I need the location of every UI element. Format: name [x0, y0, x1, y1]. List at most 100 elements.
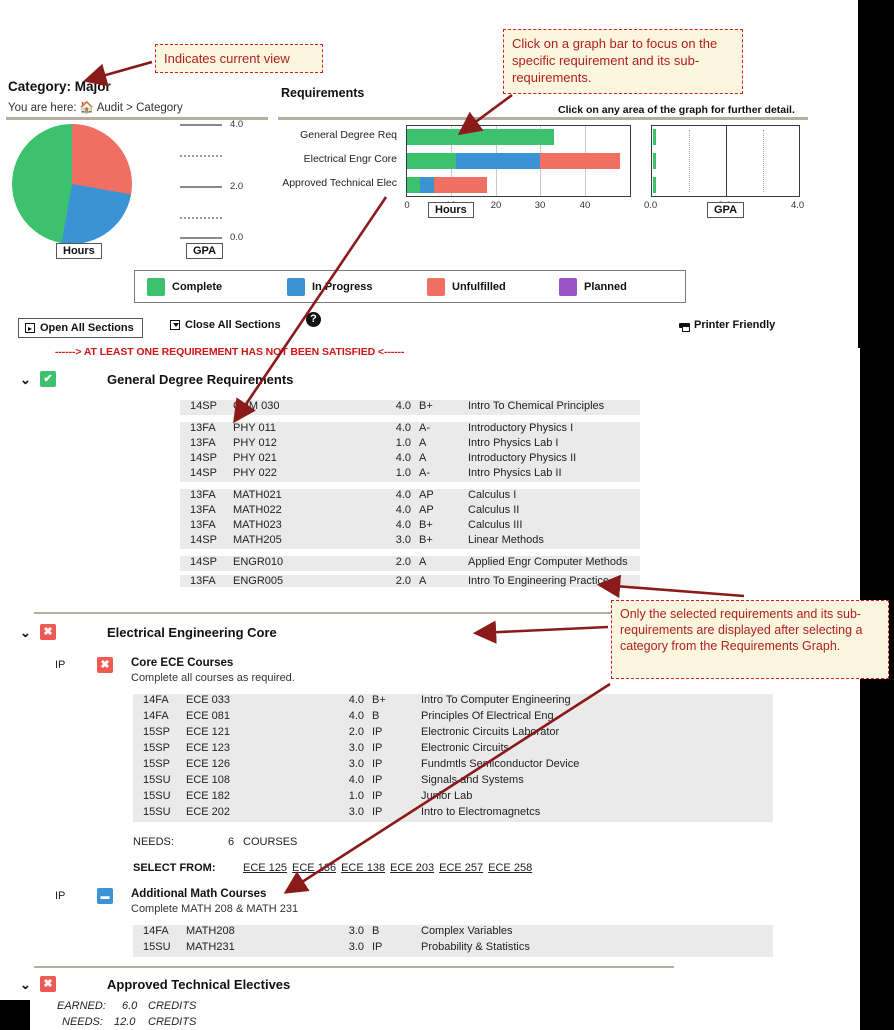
course-table-additional-math: 14FA MATH208 3.0 B Complex Variables 15S…: [133, 925, 773, 957]
home-icon: 🏠: [79, 102, 95, 114]
bar-seg-complete[interactable]: [407, 153, 456, 169]
bar-seg-complete[interactable]: [407, 129, 554, 145]
course-term: 15SP: [143, 758, 170, 770]
table-row[interactable]: 14FA ECE 081 4.0 B Principles Of Electri…: [133, 710, 773, 725]
mask-bottom-left: [0, 1000, 30, 1030]
gpa-ladder-chart[interactable]: 4.0 2.0 0.0: [180, 119, 260, 243]
table-row[interactable]: 14FA ECE 033 4.0 B+ Intro To Computer En…: [133, 694, 773, 709]
gpa-axis-label: GPA: [707, 202, 745, 218]
select-option-1[interactable]: ECE 136: [292, 862, 336, 874]
bar-label-2[interactable]: Approved Technical Elec: [282, 177, 397, 189]
course-code[interactable]: ECE 123: [186, 742, 230, 754]
table-row[interactable]: 13FA MATH021 4.0 AP Calculus I: [180, 489, 640, 504]
close-all-sections-button[interactable]: Close All Sections: [170, 319, 281, 331]
table-row[interactable]: 14SP PHY 021 4.0 A Introductory Physics …: [180, 452, 640, 467]
bar-seg-in-progress[interactable]: [420, 177, 434, 193]
table-row[interactable]: 15SP ECE 126 3.0 IP Fundmtls Semiconduct…: [133, 758, 773, 773]
select-option-0[interactable]: ECE 125: [243, 862, 287, 874]
gpa-bar-1[interactable]: [653, 153, 656, 169]
bar-seg-unfulfilled[interactable]: [540, 153, 620, 169]
table-row[interactable]: 15SU ECE 182 1.0 IP Junior Lab: [133, 790, 773, 805]
course-code[interactable]: MATH205: [233, 534, 282, 546]
select-option-4[interactable]: ECE 257: [439, 862, 483, 874]
table-row[interactable]: 13FA PHY 011 4.0 A- Introductory Physics…: [180, 422, 640, 437]
select-option-5[interactable]: ECE 258: [488, 862, 532, 874]
breadcrumb-audit-link[interactable]: Audit: [97, 102, 123, 114]
course-code[interactable]: PHY 022: [233, 467, 277, 479]
printer-friendly-label: Printer Friendly: [694, 319, 776, 331]
chevron-down-icon[interactable]: ⌄: [20, 626, 31, 639]
help-icon[interactable]: ?: [306, 312, 321, 327]
course-code[interactable]: ECE 121: [186, 726, 230, 738]
course-title: Intro To Engineering Practice: [468, 575, 610, 587]
course-code[interactable]: MATH022: [233, 504, 282, 516]
dash-icon: ▬: [97, 888, 113, 904]
bar-label-1[interactable]: Electrical Engr Core: [304, 153, 397, 165]
gpa-bar-2[interactable]: [653, 177, 656, 193]
bar-seg-unfulfilled[interactable]: [434, 177, 487, 193]
course-code[interactable]: MATH231: [186, 941, 235, 953]
course-code[interactable]: ECE 033: [186, 694, 230, 706]
course-code[interactable]: PHY 012: [233, 437, 277, 449]
section-header-general-degree-requirements[interactable]: ⌄ ✔ General Degree Requirements: [20, 371, 293, 387]
course-code[interactable]: ENGR005: [233, 575, 283, 587]
course-term: 15SU: [143, 806, 171, 818]
table-row[interactable]: 13FA MATH023 4.0 B+ Calculus III: [180, 519, 640, 534]
course-code[interactable]: MATH208: [186, 925, 235, 937]
course-code[interactable]: ECE 081: [186, 710, 230, 722]
course-code[interactable]: MATH021: [233, 489, 282, 501]
select-option-3[interactable]: ECE 203: [390, 862, 434, 874]
course-title: Calculus II: [468, 504, 520, 516]
chevron-down-icon[interactable]: ⌄: [20, 373, 31, 386]
gpa-bar-0[interactable]: [653, 129, 656, 145]
table-row[interactable]: 14SP PHY 022 1.0 A- Intro Physics Lab II: [180, 467, 640, 482]
chevron-down-icon[interactable]: ⌄: [20, 978, 31, 991]
needs-unit: CREDITS: [148, 1016, 197, 1028]
bar-seg-complete[interactable]: [407, 177, 420, 193]
table-row[interactable]: 14FA MATH208 3.0 B Complex Variables: [133, 925, 773, 940]
course-code[interactable]: PHY 021: [233, 452, 277, 464]
hours-bar-chart[interactable]: 0 10 20 30 40: [404, 125, 631, 211]
table-row[interactable]: 13FA ENGR005 2.0 A Intro To Engineering …: [180, 575, 640, 590]
course-credits: 1.0: [395, 437, 411, 449]
table-row[interactable]: 15SP ECE 121 2.0 IP Electronic Circuits …: [133, 726, 773, 741]
legend-item-complete: Complete: [147, 278, 222, 296]
table-row[interactable]: 14SP MATH205 3.0 B+ Linear Methods: [180, 534, 640, 549]
table-row[interactable]: 15SU MATH231 3.0 IP Probability & Statis…: [133, 941, 773, 956]
course-code[interactable]: ECE 202: [186, 806, 230, 818]
course-title: Calculus I: [468, 489, 517, 501]
section-header-electrical-engineering-core[interactable]: ⌄ ✖ Electrical Engineering Core: [20, 624, 277, 640]
bar-label-0[interactable]: General Degree Req: [300, 129, 397, 141]
pie-hours-label: Hours: [56, 243, 102, 259]
open-all-sections-button[interactable]: Open All Sections: [18, 318, 143, 338]
callout-current-view: Indicates current view: [155, 44, 323, 73]
gpa-bar-chart[interactable]: 0.0 2.0 4.0: [644, 125, 804, 211]
printer-friendly-button[interactable]: Printer Friendly: [679, 319, 776, 332]
course-term: 14SP: [190, 556, 217, 568]
table-row[interactable]: 15SU ECE 202 3.0 IP Intro to Electromagn…: [133, 806, 773, 821]
table-row[interactable]: 15SP ECE 123 3.0 IP Electronic Circuits: [133, 742, 773, 757]
course-term: 14FA: [143, 925, 169, 937]
course-code[interactable]: CHM 030: [233, 400, 279, 412]
pie-slices[interactable]: [12, 124, 132, 244]
course-code[interactable]: ECE 108: [186, 774, 230, 786]
hours-pie-chart[interactable]: [12, 124, 132, 244]
table-row[interactable]: 13FA MATH022 4.0 AP Calculus II: [180, 504, 640, 519]
table-row[interactable]: 15SU ECE 108 4.0 IP Signals and Systems: [133, 774, 773, 789]
bar-seg-in-progress[interactable]: [456, 153, 540, 169]
course-code[interactable]: ENGR010: [233, 556, 283, 568]
course-code[interactable]: ECE 126: [186, 758, 230, 770]
course-code[interactable]: ECE 182: [186, 790, 230, 802]
course-code[interactable]: PHY 011: [233, 422, 276, 434]
course-credits: 3.0: [348, 758, 364, 770]
select-option-2[interactable]: ECE 138: [341, 862, 385, 874]
earned-value: 6.0: [122, 1000, 138, 1012]
expand-icon: [25, 323, 35, 333]
section-header-approved-technical-electives[interactable]: ⌄ ✖ Approved Technical Electives: [20, 976, 290, 992]
table-row[interactable]: 14SP ENGR010 2.0 A Applied Engr Computer…: [180, 556, 640, 571]
table-row[interactable]: 14SP CHM 030 4.0 B+ Intro To Chemical Pr…: [180, 400, 640, 415]
course-code[interactable]: MATH023: [233, 519, 282, 531]
subrequirement-title: Core ECE Courses: [131, 657, 234, 669]
legend-swatch-complete: [147, 278, 165, 296]
table-row[interactable]: 13FA PHY 012 1.0 A Intro Physics Lab I: [180, 437, 640, 452]
